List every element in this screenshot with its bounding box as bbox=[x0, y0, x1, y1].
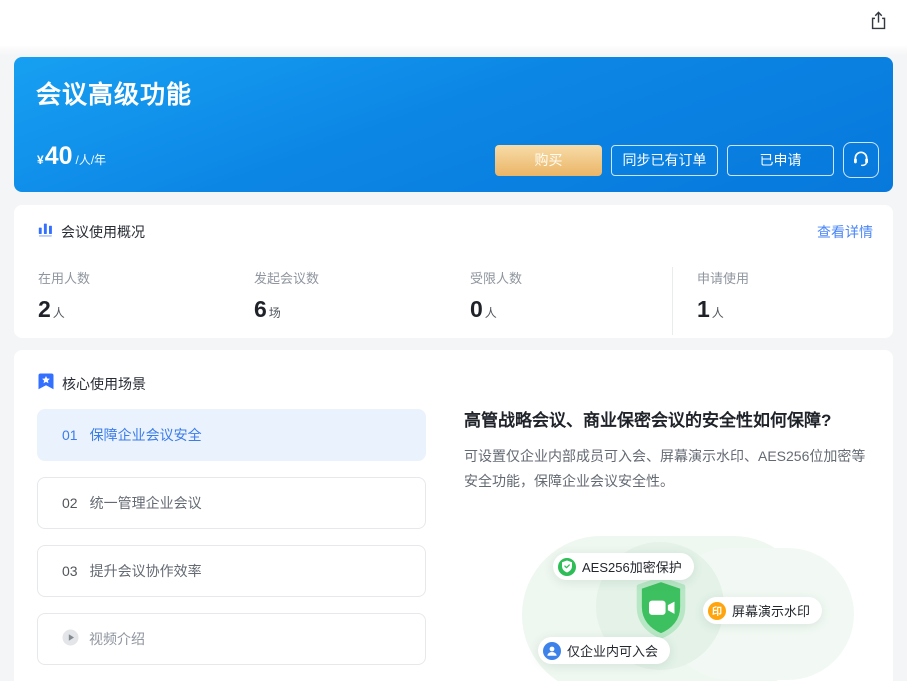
share-button[interactable] bbox=[865, 10, 891, 36]
scenario-item-label: 统一管理企业会议 bbox=[90, 493, 202, 513]
scenario-item-3[interactable]: 03 提升会议协作效率 bbox=[37, 545, 426, 597]
scenarios-card-title: 核心使用场景 bbox=[62, 374, 146, 394]
scenario-item-number: 02 bbox=[62, 495, 78, 511]
price-unit: /人/年 bbox=[76, 151, 107, 168]
stat-label: 申请使用 bbox=[697, 268, 749, 287]
scenario-item-2[interactable]: 02 统一管理企业会议 bbox=[37, 477, 426, 529]
price: ¥ 40 /人/年 bbox=[37, 144, 106, 169]
usage-card-title: 会议使用概况 bbox=[61, 222, 145, 242]
scenario-item-label: 提升会议协作效率 bbox=[90, 561, 202, 581]
stat-divider bbox=[672, 267, 673, 335]
stat-value: 6 bbox=[254, 296, 267, 323]
stat-restricted-users: 受限人数 0 人 bbox=[470, 268, 522, 323]
video-intro-item[interactable]: 视频介绍 bbox=[37, 613, 426, 665]
price-amount: 40 bbox=[45, 144, 73, 169]
stat-unit: 场 bbox=[269, 304, 281, 321]
bar-chart-icon bbox=[38, 222, 53, 242]
stat-label: 受限人数 bbox=[470, 268, 522, 287]
badge-internal-members-only: 仅企业内可入会 bbox=[538, 637, 670, 664]
share-icon bbox=[868, 10, 889, 36]
top-bar-shadow bbox=[0, 46, 907, 56]
stat-unit: 人 bbox=[485, 304, 497, 321]
badge-label: 仅企业内可入会 bbox=[567, 641, 658, 660]
usage-overview-card: 会议使用概况 查看详情 在用人数 2 人 发起会议数 6 场 受限人数 0 人 bbox=[14, 205, 893, 338]
security-illustration: AES256加密保护 印 屏幕演示水印 仅企业内可入会 bbox=[464, 520, 884, 681]
core-scenarios-card: 核心使用场景 01 保障企业会议安全 02 统一管理企业会议 03 提升会议协作… bbox=[14, 350, 893, 681]
product-banner: 会议高级功能 ¥ 40 /人/年 购买 同步已有订单 已申请 bbox=[14, 57, 893, 192]
badge-aes256-encryption: AES256加密保护 bbox=[553, 553, 694, 580]
view-details-link[interactable]: 查看详情 bbox=[817, 222, 873, 242]
stat-apply-usage: 申请使用 1 人 bbox=[697, 268, 749, 323]
page: 会议高级功能 ¥ 40 /人/年 购买 同步已有订单 已申请 bbox=[0, 0, 907, 681]
scenario-detail-heading: 高管战略会议、商业保密会议的安全性如何保障? bbox=[464, 406, 884, 431]
stat-unit: 人 bbox=[712, 304, 724, 321]
play-icon bbox=[62, 629, 79, 649]
page-title: 会议高级功能 bbox=[36, 75, 192, 111]
shield-check-icon bbox=[558, 558, 576, 576]
stat-value: 2 bbox=[38, 296, 51, 323]
stat-label: 发起会议数 bbox=[254, 268, 319, 287]
banner-actions: 购买 同步已有订单 已申请 bbox=[495, 142, 879, 178]
usage-card-header: 会议使用概况 bbox=[38, 222, 145, 242]
price-currency: ¥ bbox=[37, 153, 44, 167]
stamp-seal-icon: 印 bbox=[708, 602, 726, 620]
stat-value: 0 bbox=[470, 296, 483, 323]
stat-meetings-started: 发起会议数 6 场 bbox=[254, 268, 319, 323]
stat-active-users: 在用人数 2 人 bbox=[38, 268, 90, 323]
scenario-item-label: 保障企业会议安全 bbox=[90, 425, 202, 445]
scenario-item-number: 03 bbox=[62, 563, 78, 579]
support-button[interactable] bbox=[843, 142, 879, 178]
scenario-item-number: 01 bbox=[62, 427, 78, 443]
stat-value: 1 bbox=[697, 296, 710, 323]
buy-button[interactable]: 购买 bbox=[495, 145, 602, 176]
stat-unit: 人 bbox=[53, 304, 65, 321]
video-intro-label: 视频介绍 bbox=[89, 629, 145, 649]
headset-icon bbox=[851, 148, 871, 173]
badge-label: 屏幕演示水印 bbox=[732, 601, 810, 620]
sync-orders-button[interactable]: 同步已有订单 bbox=[611, 145, 718, 176]
person-icon bbox=[543, 642, 561, 660]
scenario-item-1[interactable]: 01 保障企业会议安全 bbox=[37, 409, 426, 461]
scenarios-card-header: 核心使用场景 bbox=[38, 373, 146, 395]
bookmark-star-icon bbox=[38, 373, 54, 395]
badge-screen-watermark: 印 屏幕演示水印 bbox=[703, 597, 822, 624]
top-bar bbox=[0, 0, 907, 46]
applied-button[interactable]: 已申请 bbox=[727, 145, 834, 176]
stat-label: 在用人数 bbox=[38, 268, 90, 287]
shield-video-camera-icon bbox=[632, 576, 690, 640]
badge-label: AES256加密保护 bbox=[582, 557, 682, 576]
scenario-detail-description: 可设置仅企业内部成员可入会、屏幕演示水印、AES256位加密等安全功能，保障企业… bbox=[464, 444, 879, 493]
